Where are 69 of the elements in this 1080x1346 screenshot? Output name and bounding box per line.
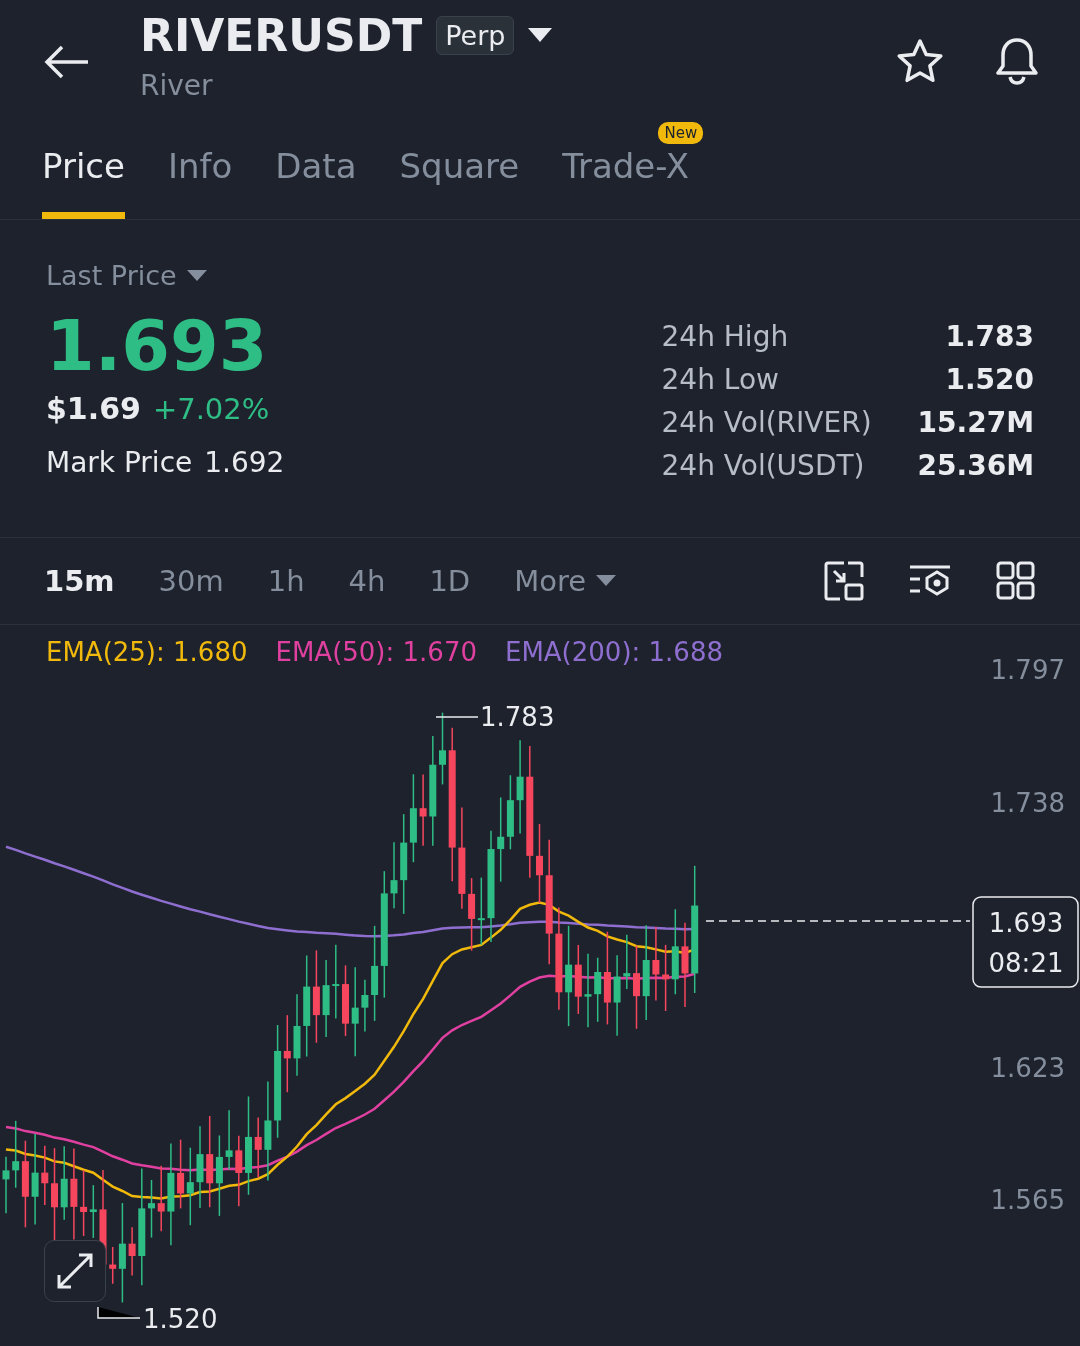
star-icon: [896, 38, 944, 84]
interval-tab[interactable]: 4h: [348, 564, 386, 598]
tab[interactable]: Info: [167, 146, 233, 219]
tab[interactable]: Square: [399, 146, 520, 219]
perp-badge: Perp: [436, 16, 515, 55]
price-change: +7.02%: [152, 392, 270, 426]
candlestick: [254, 1116, 262, 1179]
stat-label: 24h Vol(RIVER): [661, 406, 872, 439]
favorite-button[interactable]: [896, 38, 944, 84]
alert-button[interactable]: [994, 36, 1040, 86]
current-price-label: 1.693: [988, 908, 1064, 938]
stat-label: 24h High: [661, 320, 790, 353]
countdown-label: 08:21: [988, 948, 1064, 978]
tab[interactable]: Price: [42, 146, 125, 219]
tab[interactable]: New Trade-X: [562, 122, 704, 219]
candlestick: [148, 1179, 155, 1239]
layout-grid-button[interactable]: [996, 561, 1036, 601]
fullscreen-button[interactable]: [44, 1240, 106, 1302]
window-icon: [824, 561, 864, 601]
stat-label: 24h Vol(USDT): [661, 449, 866, 482]
ema-legend: EMA(50): 1.670: [275, 637, 477, 667]
usd-price: $1.69: [46, 391, 141, 426]
candlestick: [225, 1109, 233, 1171]
mark-price-label: Mark Price: [46, 446, 193, 479]
mark-price-value: 1.692: [204, 446, 285, 479]
candlestick: [623, 934, 631, 990]
stat-value: 25.36M: [917, 449, 1034, 482]
candlestick: [41, 1145, 49, 1206]
high-price-label: 1.783: [480, 702, 555, 732]
low-marker-line: [97, 1306, 141, 1319]
stat-value: 1.520: [944, 363, 1034, 396]
chart-mode-button[interactable]: [824, 561, 864, 601]
symbol-title: RIVERUSDT: [140, 10, 423, 61]
coin-name: River: [140, 69, 214, 102]
expand-icon: [55, 1251, 95, 1291]
dropdown-caret-button[interactable]: [528, 27, 553, 44]
ema-legend: EMA(25): 1.680: [46, 637, 248, 667]
low-price-label: 1.520: [143, 1304, 218, 1334]
caret-icon: [528, 27, 553, 44]
y-axis-label: 1.565: [990, 1185, 1065, 1215]
y-axis-label: 1.797: [990, 655, 1065, 685]
y-axis-label: 1.623: [990, 1053, 1065, 1083]
candlestick: [361, 978, 369, 1033]
candlestick: [128, 1226, 136, 1277]
high-marker-line: [435, 716, 479, 718]
caret-icon: [186, 269, 207, 282]
more-dropdown[interactable]: More: [514, 564, 617, 598]
ema-legend: EMA(200): 1.688: [504, 637, 723, 667]
candlestick: [390, 841, 398, 910]
stat-value: 15.27M: [917, 406, 1034, 439]
stat-label: 24h Low: [661, 363, 780, 396]
tab[interactable]: Data: [275, 146, 357, 219]
last-price: 1.693: [46, 305, 269, 387]
candlestick: [2, 1156, 10, 1214]
interval-tab[interactable]: 15m: [44, 564, 115, 598]
interval-tab[interactable]: 1D: [429, 564, 471, 598]
y-axis-label: 1.738: [990, 788, 1065, 818]
new-badge: New: [658, 122, 704, 144]
interval-tab[interactable]: 30m: [158, 564, 224, 598]
back-button[interactable]: [44, 44, 90, 80]
candlestick: [157, 1165, 165, 1232]
last-price-dropdown[interactable]: Last Price: [46, 260, 285, 291]
candlestick: [235, 1135, 243, 1207]
stat-value: 1.783: [944, 320, 1034, 353]
grid-icon: [996, 561, 1036, 601]
caret-icon: [596, 575, 617, 587]
interval-tab[interactable]: 1h: [267, 564, 305, 598]
back-arrow-icon: [44, 44, 90, 80]
bell-icon: [994, 36, 1040, 86]
